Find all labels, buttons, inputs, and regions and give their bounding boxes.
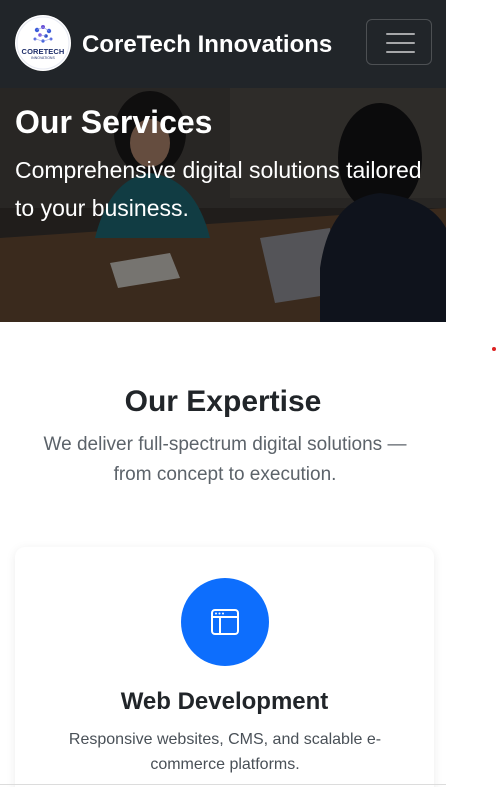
service-card-description: Responsive websites, CMS, and scalable e… (68, 731, 382, 773)
navbar-toggler-button[interactable] (366, 19, 432, 65)
hamburger-line (386, 51, 415, 53)
service-card-title: Web Development (120, 688, 329, 715)
brand-name[interactable]: CoreTech Innovations (82, 30, 332, 60)
service-icon-circle (181, 578, 269, 666)
divider (0, 784, 446, 785)
page-title: Our Services (15, 104, 213, 140)
hero-subtitle: Comprehensive digital solutions tailored… (15, 157, 422, 221)
brand-logo[interactable]: CORETECH INNOVATIONS (15, 15, 71, 71)
hamburger-line (386, 42, 415, 44)
page: CORETECH INNOVATIONS CoreTech Innovation… (0, 0, 446, 787)
logo-subtext: INNOVATIONS (31, 56, 55, 60)
section-subtitle: We deliver full-spectrum digital solutio… (43, 434, 407, 485)
browser-window-icon (211, 609, 239, 635)
indicator-dot (492, 347, 496, 351)
hero-banner: Our Services Comprehensive digital solut… (0, 88, 446, 322)
logo-text: CORETECH (21, 47, 65, 56)
hamburger-menu-icon (386, 33, 415, 35)
navbar: CORETECH INNOVATIONS CoreTech Innovation… (0, 0, 446, 88)
logo-graphic-icon (16, 16, 70, 70)
service-card: Web Development Responsive websites, CMS… (15, 547, 434, 787)
section-title: Our Expertise (124, 385, 322, 418)
